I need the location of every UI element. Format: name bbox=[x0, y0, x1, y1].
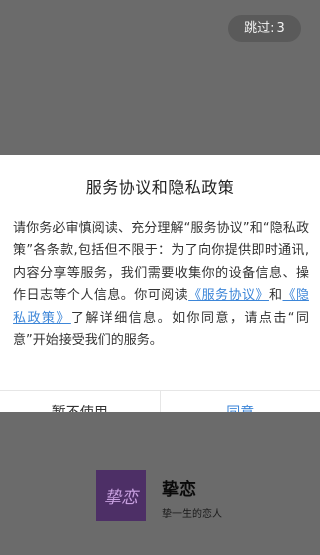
decline-button[interactable]: 暂不使用 bbox=[0, 391, 161, 412]
logo-text: 挚恋 bbox=[104, 488, 138, 508]
app-logo: 挚恋 bbox=[96, 470, 146, 521]
app-slogan: 挚一生的恋人 bbox=[162, 509, 222, 520]
app-name: 挚恋 bbox=[162, 480, 196, 500]
body-text-and: 和 bbox=[269, 288, 283, 304]
skip-count: 3 bbox=[276, 21, 285, 36]
privacy-dialog: 服务协议和隐私政策 请你务必审慎阅读、充分理解“服务协议”和“隐私政策”各条款,… bbox=[0, 155, 320, 412]
service-agreement-link[interactable]: 《服务协议》 bbox=[188, 288, 269, 303]
skip-label: 跳过: bbox=[244, 21, 275, 36]
agree-button[interactable]: 同意 bbox=[161, 391, 320, 412]
dialog-body: 请你务必审慎阅读、充分理解“服务协议”和“隐私政策”各条款,包括但不限于：为了向… bbox=[13, 218, 309, 352]
skip-countdown-button[interactable]: 跳过: 3 bbox=[228, 15, 301, 42]
dialog-footer: 暂不使用 同意 bbox=[0, 390, 320, 412]
dialog-title: 服务协议和隐私政策 bbox=[85, 178, 235, 197]
brand-block: 挚恋 挚恋 挚一生的恋人 bbox=[96, 470, 296, 522]
